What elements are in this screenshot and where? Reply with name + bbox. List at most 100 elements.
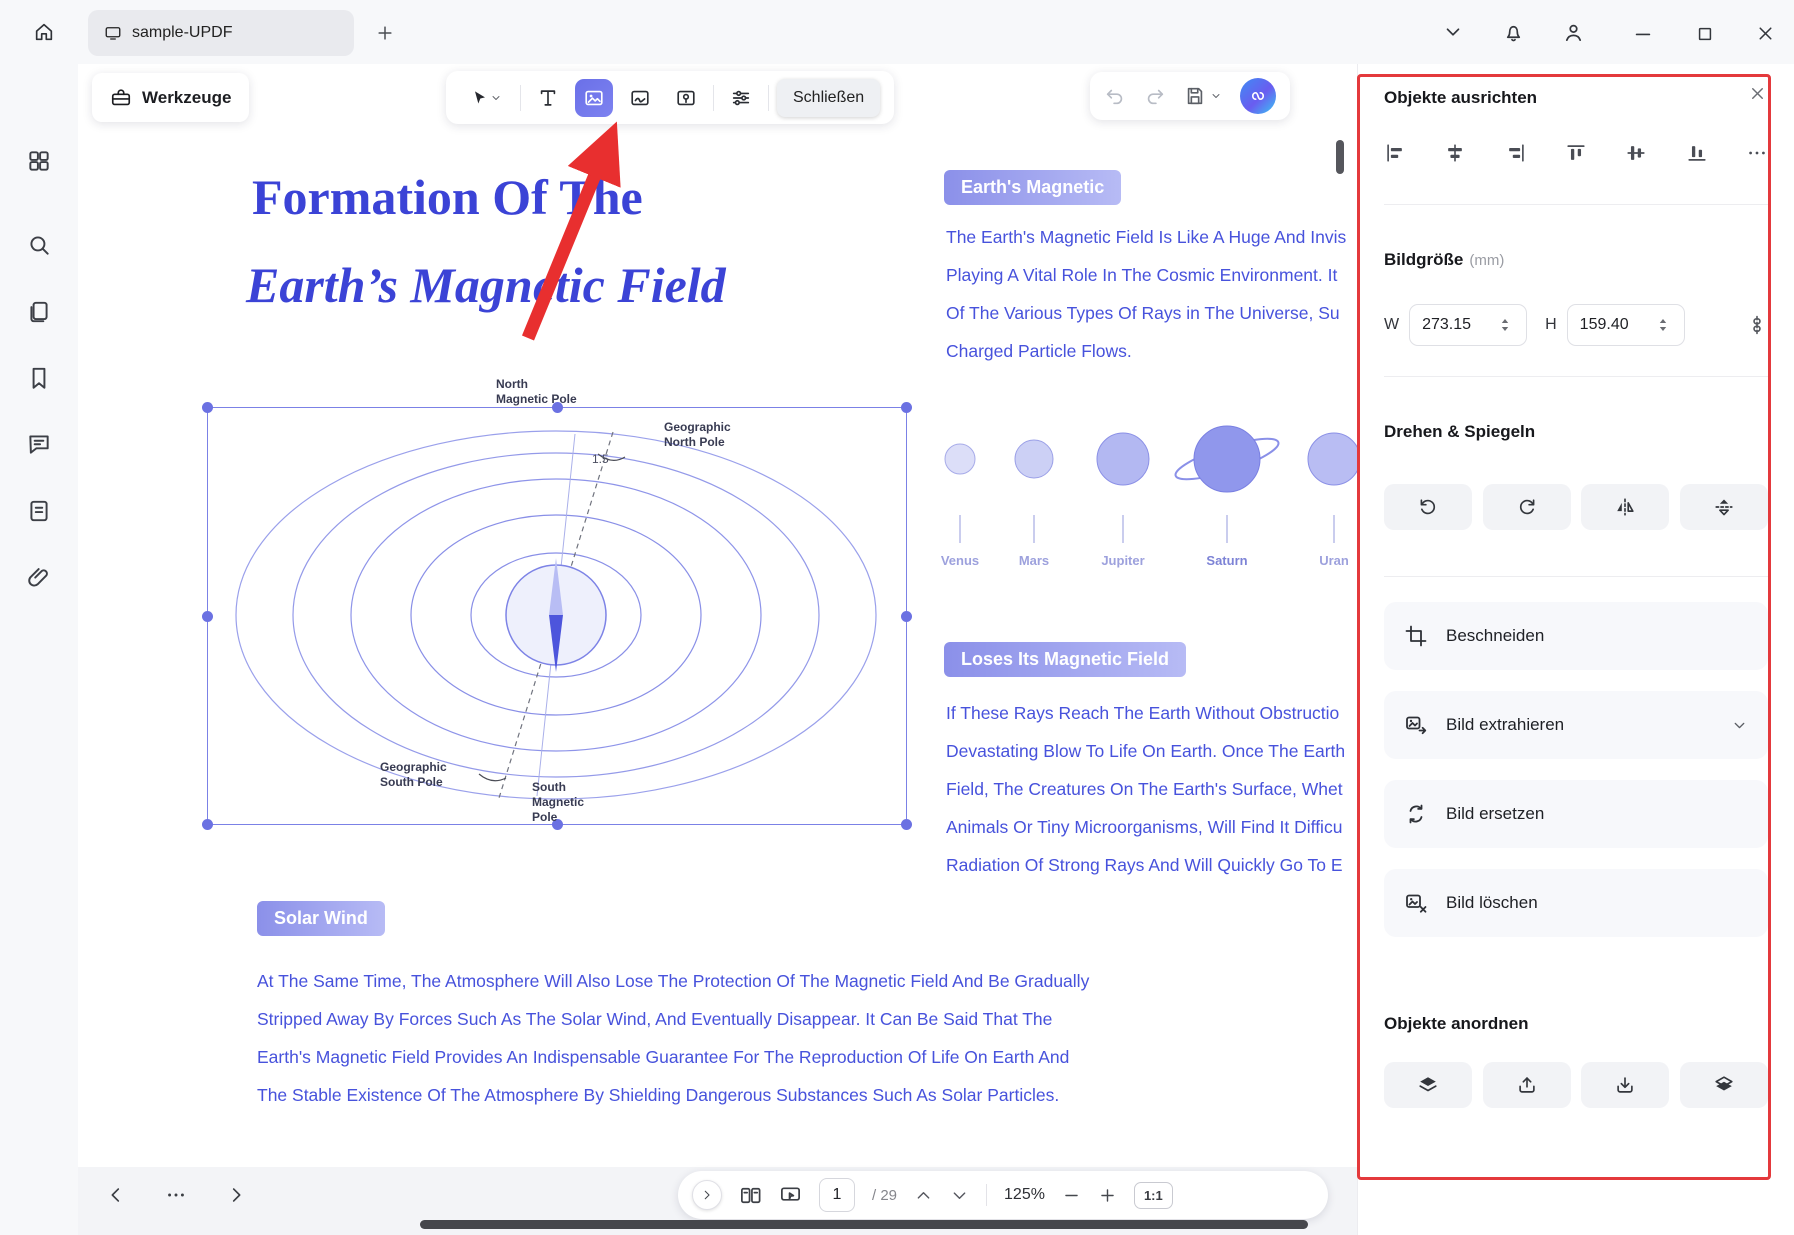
sidebar-item-pages[interactable] bbox=[26, 299, 52, 325]
divider bbox=[1384, 204, 1768, 205]
resize-handle-e[interactable] bbox=[901, 611, 912, 622]
resize-handle-sw[interactable] bbox=[202, 819, 213, 830]
grid-icon bbox=[29, 151, 49, 171]
search-icon bbox=[30, 236, 49, 255]
rotate-right-button[interactable] bbox=[1482, 484, 1571, 530]
chevron-down-icon bbox=[1212, 94, 1220, 98]
lock-aspect-ratio-button[interactable] bbox=[1746, 314, 1768, 336]
horizontal-scrollbar[interactable] bbox=[420, 1220, 1308, 1229]
stepper-icon[interactable] bbox=[1658, 317, 1668, 333]
plus-icon bbox=[378, 26, 392, 40]
flip-horizontal-button[interactable] bbox=[1581, 484, 1670, 530]
sidebar-item-attachments[interactable] bbox=[26, 564, 52, 590]
stepper-icon[interactable] bbox=[1500, 317, 1510, 333]
annotation-tool-button[interactable] bbox=[667, 79, 705, 117]
crop-action[interactable]: Beschneiden bbox=[1384, 602, 1768, 670]
send-backward-button[interactable] bbox=[1581, 1062, 1670, 1108]
next-page-button[interactable] bbox=[224, 1183, 248, 1207]
minimize-icon bbox=[1635, 33, 1651, 36]
save-button[interactable] bbox=[1184, 85, 1222, 107]
zoom-in-button[interactable] bbox=[1098, 1186, 1117, 1205]
resize-handle-se[interactable] bbox=[901, 819, 912, 830]
zoom-level[interactable]: 125% bbox=[1004, 1186, 1045, 1204]
more-pages-button[interactable] bbox=[164, 1183, 188, 1207]
align-left-button[interactable] bbox=[1384, 142, 1406, 169]
delete-image-action[interactable]: Bild löschen bbox=[1384, 869, 1768, 937]
flip-vertical-button[interactable] bbox=[1679, 484, 1768, 530]
zoom-out-button[interactable] bbox=[1062, 1186, 1081, 1205]
paragraph-line: Playing A Vital Role In The Cosmic Envir… bbox=[946, 265, 1338, 285]
expand-controls-button[interactable] bbox=[692, 1180, 722, 1210]
height-input[interactable] bbox=[1579, 316, 1658, 334]
selected-image[interactable] bbox=[202, 402, 912, 830]
vertical-scrollbar[interactable] bbox=[1336, 140, 1344, 174]
maximize-icon bbox=[1698, 27, 1712, 41]
bring-to-front-button[interactable] bbox=[1384, 1062, 1472, 1108]
sidebar-item-search[interactable] bbox=[26, 232, 52, 258]
replace-image-action[interactable]: Bild ersetzen bbox=[1384, 780, 1768, 848]
notifications-button[interactable] bbox=[1500, 19, 1526, 45]
resize-handle-w[interactable] bbox=[202, 611, 213, 622]
redo-button[interactable] bbox=[1144, 85, 1166, 107]
chevron-left-icon bbox=[111, 1188, 120, 1202]
presentation-mode-button[interactable] bbox=[779, 1184, 802, 1207]
sidebar-item-forms[interactable] bbox=[26, 498, 52, 524]
align-top-button[interactable] bbox=[1565, 142, 1587, 169]
undo-button[interactable] bbox=[1104, 85, 1126, 107]
width-field[interactable] bbox=[1409, 304, 1528, 346]
maximize-button[interactable] bbox=[1692, 21, 1718, 47]
planet-uranus bbox=[1307, 432, 1361, 486]
arrange-heading: Objekte anordnen bbox=[1384, 1014, 1529, 1033]
chevron-down-icon bbox=[953, 1191, 966, 1199]
account-button[interactable] bbox=[1560, 19, 1586, 45]
send-to-back-button[interactable] bbox=[1679, 1062, 1768, 1108]
actual-size-button[interactable]: 1:1 bbox=[1133, 1181, 1173, 1209]
planet-label: Saturn bbox=[1206, 553, 1247, 568]
extract-image-action[interactable]: Bild extrahieren bbox=[1384, 691, 1768, 759]
image-tool-button[interactable] bbox=[575, 78, 613, 117]
sidebar-item-bookmarks[interactable] bbox=[26, 365, 52, 391]
resize-handle-ne[interactable] bbox=[901, 402, 912, 413]
history-toolbar bbox=[1090, 72, 1290, 120]
tools-menu-button[interactable]: Werkzeuge bbox=[92, 73, 250, 122]
ellipsis-icon bbox=[168, 1193, 184, 1197]
cursor-icon bbox=[475, 90, 485, 103]
sidebar-item-comments[interactable] bbox=[26, 431, 52, 457]
collapse-toolbar-button[interactable] bbox=[1440, 19, 1466, 45]
badge-loses-field: Loses Its Magnetic Field bbox=[944, 642, 1187, 677]
width-input[interactable] bbox=[1422, 316, 1501, 334]
align-middle-v-button[interactable] bbox=[1625, 142, 1647, 169]
ai-assistant-button[interactable] bbox=[1240, 78, 1276, 114]
page-number-input[interactable] bbox=[822, 1186, 852, 1204]
previous-view-button[interactable] bbox=[914, 1186, 933, 1205]
home-button[interactable] bbox=[24, 12, 64, 52]
close-window-button[interactable] bbox=[1752, 20, 1778, 46]
sidebar-item-thumbnails[interactable] bbox=[26, 148, 52, 174]
select-tool-button[interactable] bbox=[460, 79, 512, 117]
next-view-button[interactable] bbox=[950, 1186, 969, 1205]
more-align-button[interactable] bbox=[1746, 142, 1768, 169]
resize-handle-nw[interactable] bbox=[202, 402, 213, 413]
minimize-button[interactable] bbox=[1630, 21, 1656, 47]
signature-tool-button[interactable] bbox=[621, 79, 659, 117]
panel-close-button[interactable] bbox=[1748, 84, 1768, 104]
align-center-h-button[interactable] bbox=[1444, 142, 1466, 169]
thumbnail-view-button[interactable] bbox=[739, 1184, 762, 1207]
align-right-button[interactable] bbox=[1505, 142, 1527, 169]
close-editing-button[interactable]: Schließen bbox=[777, 78, 881, 117]
new-tab-button[interactable] bbox=[372, 20, 398, 46]
rotate-left-button[interactable] bbox=[1384, 484, 1472, 530]
text-tool-button[interactable] bbox=[529, 79, 567, 117]
replace-action-label: Bild ersetzen bbox=[1446, 804, 1545, 823]
height-field[interactable] bbox=[1566, 304, 1685, 346]
properties-tool-button[interactable] bbox=[722, 79, 760, 117]
prev-page-button[interactable] bbox=[104, 1183, 128, 1207]
align-buttons-row bbox=[1384, 142, 1768, 169]
planet-mars bbox=[1014, 439, 1054, 479]
bring-forward-button[interactable] bbox=[1482, 1062, 1571, 1108]
document-tab[interactable]: sample-UPDF bbox=[88, 10, 354, 56]
flip-vertical-icon bbox=[1715, 499, 1733, 516]
page-number-box[interactable] bbox=[819, 1178, 855, 1212]
align-bottom-button[interactable] bbox=[1686, 142, 1708, 169]
save-icon bbox=[1187, 87, 1203, 105]
